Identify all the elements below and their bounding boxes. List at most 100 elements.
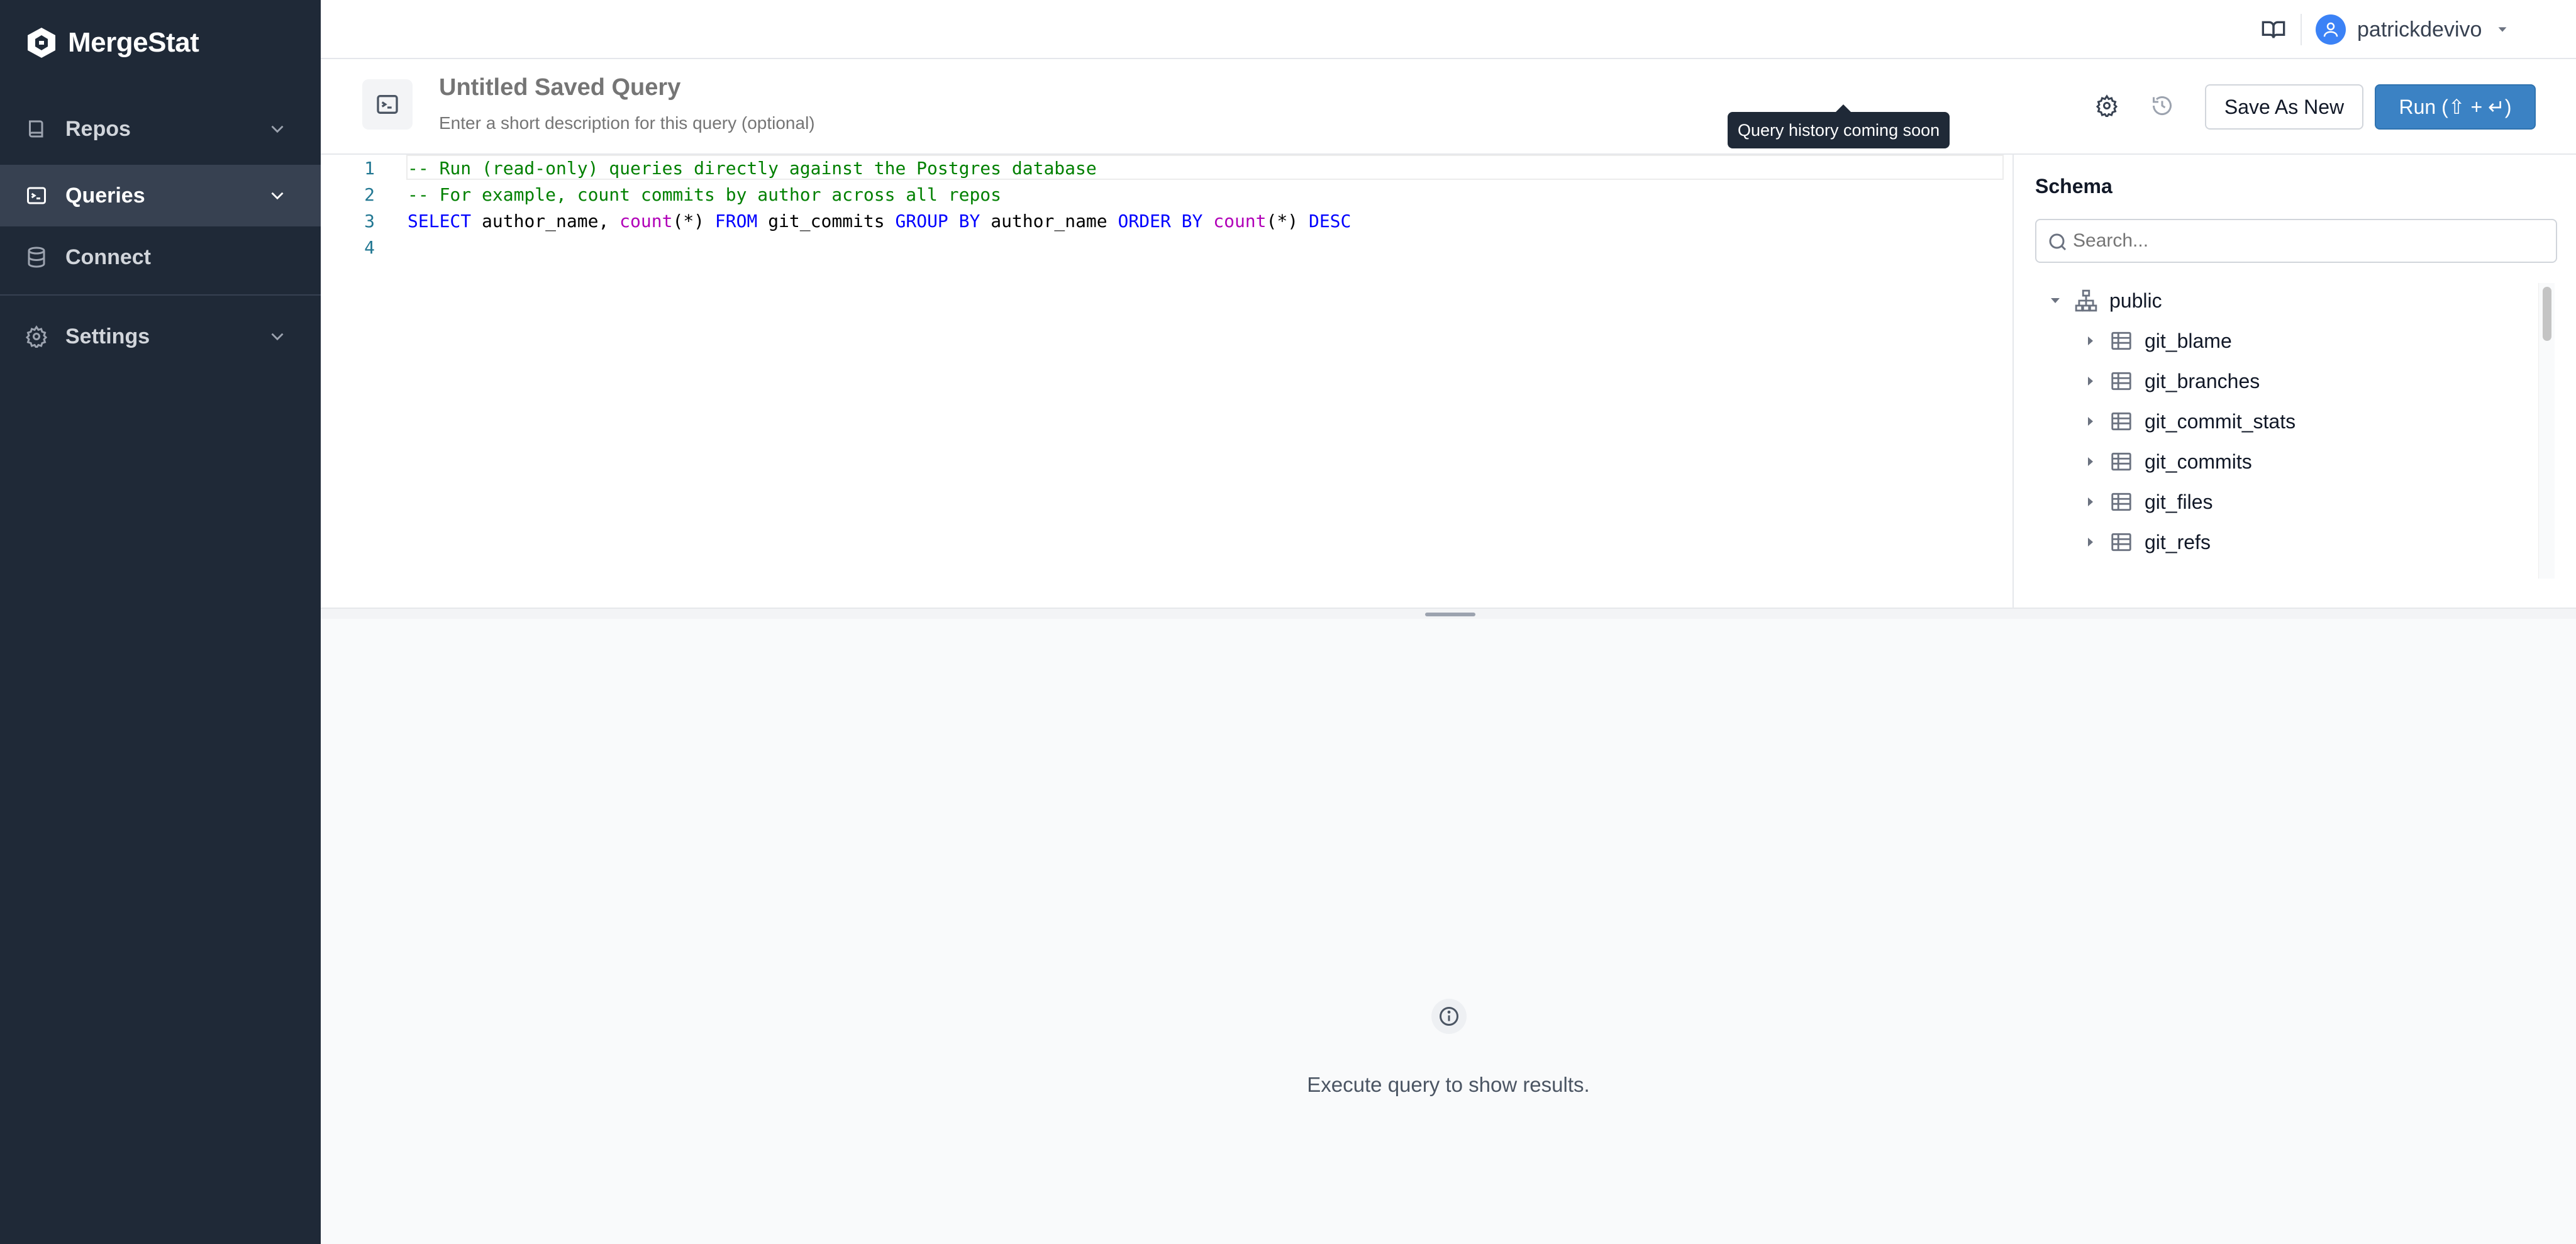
line-number: 4 [364, 236, 375, 258]
sidebar-item-queries[interactable]: Queries [0, 165, 321, 226]
repo-icon [25, 118, 48, 140]
table-icon [2109, 490, 2133, 514]
code-line: 3 SELECT author_name, count(*) FROM git_… [321, 208, 1351, 234]
settings-gear-icon[interactable] [2093, 92, 2121, 119]
code-text: -- For example, count commits by author … [408, 184, 1002, 205]
sql-keyword: DESC [1308, 210, 1352, 231]
caret-right-icon [2083, 333, 2098, 348]
schema-search [2035, 219, 2557, 263]
query-title-input[interactable] [439, 74, 1319, 101]
sidebar-item-label: Repos [65, 116, 131, 141]
table-icon [2109, 530, 2133, 554]
caret-right-icon [2083, 535, 2098, 550]
tree-label: git_branches [2145, 369, 2260, 392]
info-icon [1431, 999, 1467, 1034]
terminal-icon [377, 95, 398, 114]
line-number: 1 [364, 157, 375, 179]
chevron-down-icon [267, 185, 288, 206]
line-number: 2 [364, 184, 375, 205]
table-icon [2109, 409, 2133, 433]
username: patrickdevivo [2357, 17, 2482, 42]
sql-keyword: SELECT [408, 210, 472, 231]
tree-item-table[interactable]: git_branches [2083, 364, 2260, 399]
avatar [2316, 14, 2346, 45]
tree-label: git_blame [2145, 329, 2232, 352]
sql-operator: (*) [672, 210, 715, 231]
sql-identifier: git_commits [757, 210, 896, 231]
schema-scrollbar[interactable] [2538, 283, 2555, 579]
results-panel: Execute query to show results. [321, 619, 2576, 1244]
sql-keyword: ORDER BY [1118, 210, 1203, 231]
resize-grip[interactable] [1425, 613, 1475, 616]
brand[interactable]: MergeStat [25, 23, 199, 63]
search-icon [2046, 231, 2069, 253]
schema-tree: public git_blame git_branches git_commit… [2035, 283, 2557, 579]
mergestat-logo-icon [25, 26, 58, 59]
query-description-input[interactable] [439, 113, 1319, 133]
header-divider [2301, 14, 2302, 45]
sidebar: MergeStat Repos Queries Connect Settings [0, 0, 321, 1244]
query-header: Save As New Run (⇧ + ↵) [321, 59, 2576, 155]
sidebar-item-label: Queries [65, 183, 145, 208]
tree-item-table[interactable]: git_files [2083, 484, 2213, 519]
caret-right-icon [2083, 494, 2098, 509]
scrollbar-thumb[interactable] [2543, 287, 2551, 341]
gear-icon [25, 325, 48, 348]
sidebar-item-label: Connect [65, 245, 151, 269]
code-line: 2 -- For example, count commits by autho… [321, 181, 1001, 208]
code-text: -- Run (read-only) queries directly agai… [408, 157, 1097, 179]
tree-label: git_refs [2145, 530, 2211, 553]
code-line: 4 [321, 234, 375, 260]
tree-item-public[interactable]: public [2048, 283, 2162, 318]
tree-item-table[interactable]: git_commit_stats [2083, 404, 2296, 439]
code-line: 1 -- Run (read-only) queries directly ag… [321, 155, 1097, 181]
table-icon [2109, 329, 2133, 353]
sidebar-item-repos[interactable]: Repos [0, 98, 321, 160]
history-tooltip: Query history coming soon [1728, 104, 1950, 148]
sidebar-item-connect[interactable]: Connect [0, 226, 321, 288]
history-icon[interactable] [2148, 92, 2176, 119]
schema-panel: Schema public git_blame git_branches [2012, 155, 2576, 608]
top-header: patrickdevivo [321, 0, 2576, 59]
caret-right-icon [2083, 414, 2098, 429]
sql-function: count [619, 210, 673, 231]
code-text: SELECT author_name, count(*) FROM git_co… [408, 211, 1351, 231]
table-icon [2109, 450, 2133, 474]
brand-name: MergeStat [68, 27, 199, 58]
sidebar-divider [0, 294, 321, 296]
tree-item-table[interactable]: git_blame [2083, 323, 2232, 358]
tree-label: git_files [2145, 490, 2213, 513]
query-type-icon-button [362, 79, 413, 130]
sql-identifier: author_name, [471, 210, 620, 231]
tree-item-table[interactable]: git_commits [2083, 444, 2252, 479]
schema-title: Schema [2035, 175, 2112, 197]
panel-resize-handle[interactable] [321, 608, 2576, 619]
sql-editor[interactable]: 1 -- Run (read-only) queries directly ag… [321, 155, 2012, 608]
caret-right-icon [2083, 454, 2098, 469]
sql-keyword: FROM [714, 210, 758, 231]
sql-space [1202, 211, 1213, 231]
terminal-icon [25, 184, 48, 207]
schema-hierarchy-icon [2074, 289, 2098, 313]
table-icon [2109, 369, 2133, 393]
sql-operator: (*) [1266, 210, 1309, 231]
tree-label: public [2109, 289, 2162, 312]
caret-right-icon [2083, 374, 2098, 389]
sidebar-item-label: Settings [65, 324, 150, 348]
schema-search-input[interactable] [2073, 230, 2538, 252]
sql-identifier: author_name [980, 210, 1118, 231]
line-number: 3 [364, 210, 375, 231]
run-query-button[interactable]: Run (⇧ + ↵) [2375, 84, 2536, 130]
sql-keyword: GROUP BY [895, 210, 980, 231]
sidebar-item-settings[interactable]: Settings [0, 306, 321, 367]
chevron-down-icon [267, 118, 288, 140]
save-as-new-button[interactable]: Save As New [2205, 84, 2363, 130]
tree-label: git_commit_stats [2145, 409, 2296, 433]
database-icon [25, 246, 48, 269]
results-empty-message: Execute query to show results. [1307, 1073, 1590, 1096]
user-menu[interactable]: patrickdevivo [2316, 13, 2509, 47]
tree-label: git_commits [2145, 450, 2252, 473]
tree-item-table[interactable]: git_refs [2083, 525, 2211, 560]
book-open-icon[interactable] [2261, 17, 2286, 42]
caret-down-icon [2048, 293, 2063, 308]
